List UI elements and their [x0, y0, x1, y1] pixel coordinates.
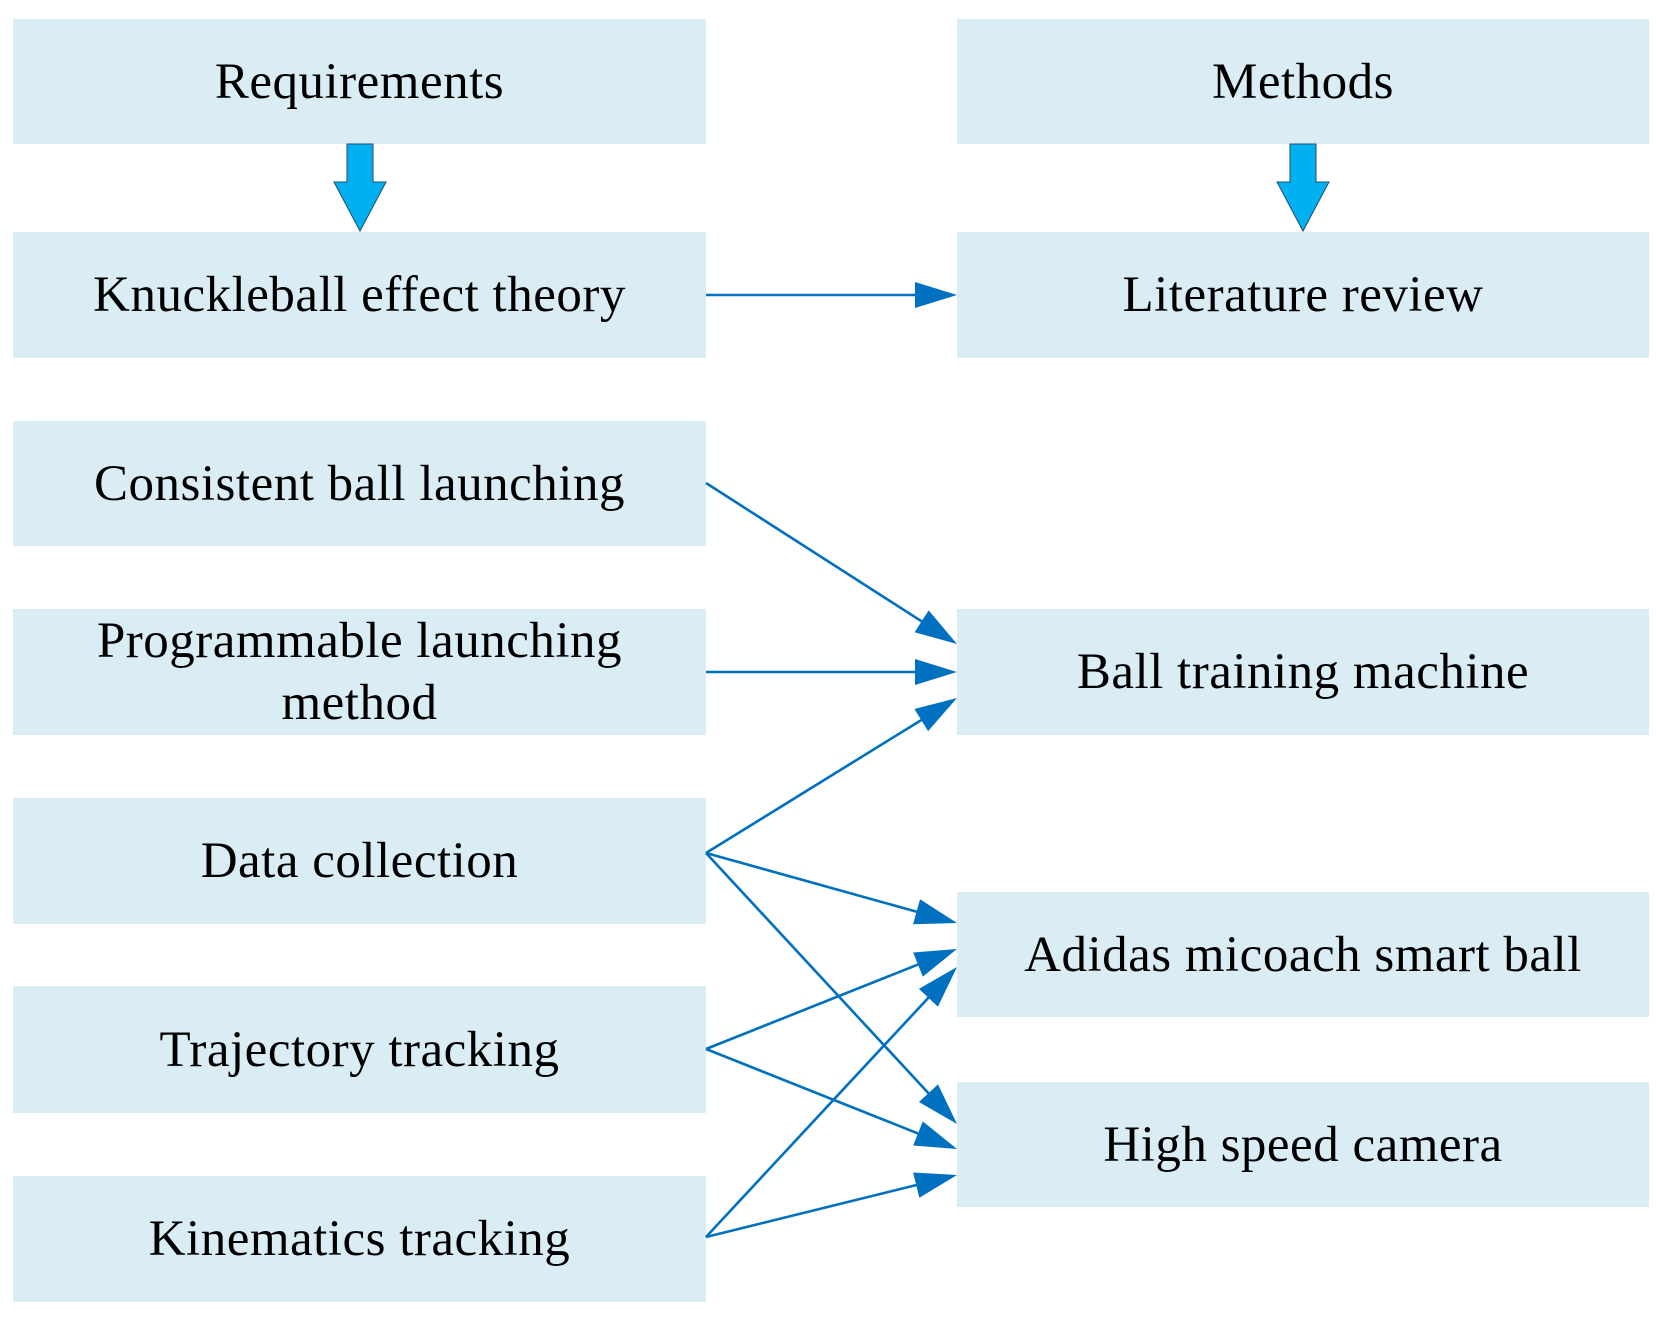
down-block-arrow-icon — [333, 143, 387, 233]
arrowhead-icon — [913, 899, 957, 925]
arrowhead-icon — [914, 698, 957, 732]
connector-consistent-to-machine — [705, 481, 926, 625]
connector-kinematics-to-smartball — [705, 993, 933, 1238]
arrowhead-icon — [915, 282, 957, 308]
arrowhead-icon — [913, 1121, 957, 1149]
connector-data-to-machine — [705, 716, 926, 855]
connector-data-to-camera — [705, 852, 933, 1098]
arrowhead-icon — [914, 610, 957, 644]
connector-kinematics-to-camera — [705, 1182, 921, 1239]
arrowhead-icon — [915, 659, 957, 685]
connector-layer — [333, 143, 1330, 1239]
connector-trajectory-to-smartball — [705, 961, 923, 1051]
arrowhead-icon — [913, 1172, 957, 1198]
down-block-arrow-icon — [1276, 143, 1330, 233]
connector-data-to-smartball — [705, 851, 921, 915]
